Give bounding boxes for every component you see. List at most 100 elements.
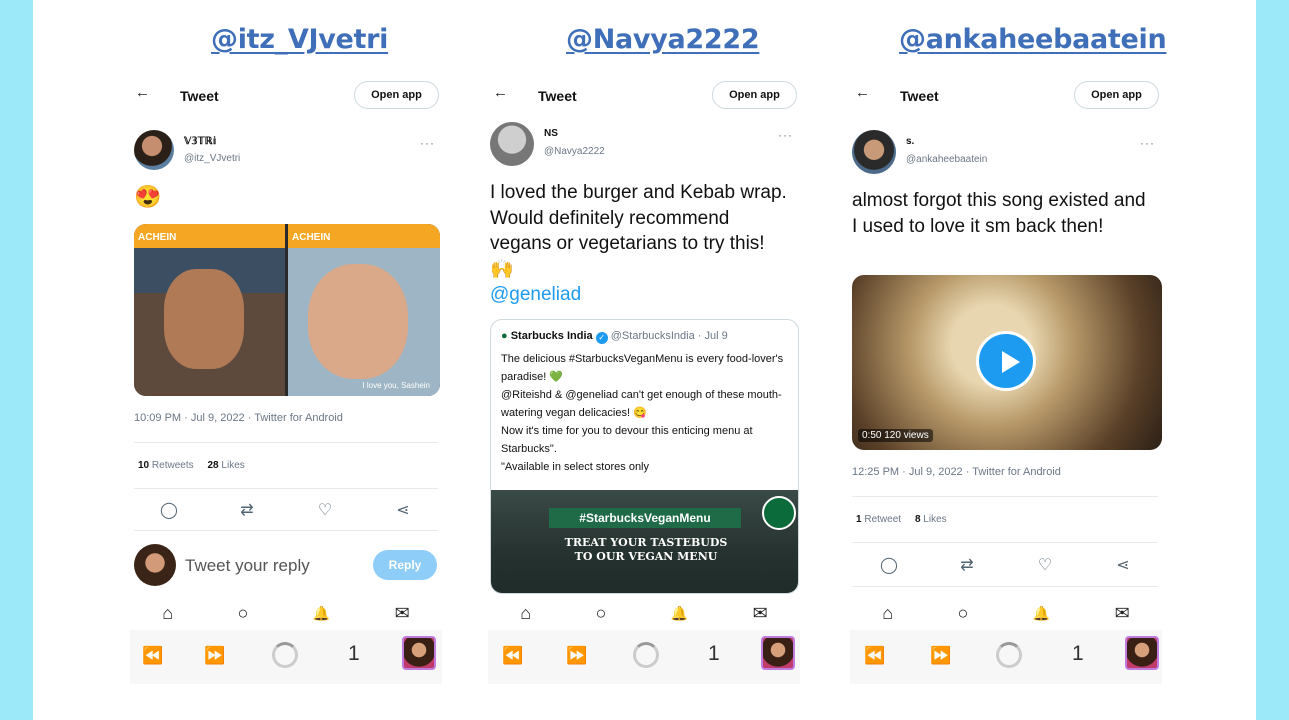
page-title: Tweet: [538, 88, 577, 104]
author-name[interactable]: NS: [544, 128, 558, 139]
retweet-icon[interactable]: ⇄: [952, 555, 982, 575]
author-username[interactable]: @itz_VJvetri: [184, 153, 240, 164]
retweet-icon[interactable]: ⇄: [232, 500, 262, 520]
quote-author-name[interactable]: Starbucks India: [511, 330, 593, 342]
video-player[interactable]: 0:50 120 views: [852, 275, 1162, 450]
tweet-timestamp: 12:25 PM · Jul 9, 2022 · Twitter for And…: [852, 466, 1061, 478]
avatar[interactable]: [490, 122, 534, 166]
mail-icon[interactable]: ✉: [395, 603, 410, 624]
bell-icon[interactable]: 🔔: [1033, 605, 1050, 622]
divider: [134, 488, 438, 489]
quote-header: ● Starbucks India ✓ @StarbucksIndia · Ju…: [501, 330, 728, 344]
promo-line-2: TO OUR VEGAN MENU: [574, 550, 718, 563]
open-app-button[interactable]: Open app: [712, 81, 797, 109]
tab-count[interactable]: 1: [1072, 642, 1084, 666]
home-icon[interactable]: ⌂: [520, 603, 531, 624]
share-icon[interactable]: ⋖: [388, 500, 418, 520]
tab-count[interactable]: 1: [708, 642, 720, 666]
quote-image[interactable]: #StarbucksVeganMenu TREAT YOUR TASTEBUDS…: [491, 490, 798, 593]
like-count: 8: [914, 514, 921, 525]
tweet-actions: ◯ ⇄ ♡ ⋖: [850, 555, 1162, 575]
more-icon[interactable]: ···: [778, 128, 793, 142]
search-icon[interactable]: ○: [238, 603, 249, 624]
quote-line: @Riteishd & @geneliad can't get enough o…: [501, 389, 782, 419]
share-icon[interactable]: ⋖: [1108, 555, 1138, 575]
avatar[interactable]: [134, 130, 174, 170]
promo-line-1: TREAT YOUR TASTEBUDS: [564, 536, 728, 549]
tab-count[interactable]: 1: [348, 642, 360, 666]
back-arrow-icon[interactable]: ←: [855, 84, 870, 101]
search-icon[interactable]: ○: [958, 603, 969, 624]
like-label[interactable]: Likes: [923, 514, 946, 525]
open-app-button[interactable]: Open app: [354, 81, 439, 109]
retweet-label[interactable]: Retweets: [152, 460, 194, 471]
reply-button[interactable]: Reply: [373, 550, 437, 580]
face-shape: [164, 269, 244, 369]
image-caption-right: ACHEIN: [292, 232, 331, 243]
like-icon[interactable]: ♡: [1030, 555, 1060, 575]
image-left-frame: ACHEIN: [134, 224, 285, 396]
handle-2[interactable]: @Navya2222: [566, 24, 760, 55]
author-name[interactable]: s.: [906, 136, 914, 147]
profile-tab-avatar[interactable]: [761, 636, 795, 670]
like-label[interactable]: Likes: [221, 460, 244, 471]
mail-icon[interactable]: ✉: [753, 603, 768, 624]
avatar: [134, 544, 176, 586]
play-icon[interactable]: [976, 331, 1036, 391]
verified-badge-icon: ✓: [595, 332, 608, 344]
phone-panel-3: ← Tweet Open app s. @ankaheebaatein ··· …: [850, 74, 1162, 684]
home-icon[interactable]: ⌂: [882, 603, 893, 624]
author-username[interactable]: @Navya2222: [544, 146, 605, 157]
bell-icon[interactable]: 🔔: [671, 605, 688, 622]
tweet-text: I loved the burger and Kebab wrap. Would…: [490, 180, 790, 308]
more-icon[interactable]: ···: [1140, 136, 1155, 150]
bell-icon[interactable]: 🔔: [313, 605, 330, 622]
avatar[interactable]: [852, 130, 896, 174]
more-icon[interactable]: ···: [420, 136, 435, 150]
tweet-stats: 10 Retweets 28 Likes: [138, 460, 245, 471]
tweet-image[interactable]: ACHEIN ACHEIN I love you, Sashein: [134, 224, 440, 396]
rewind-icon[interactable]: ⏪: [864, 646, 885, 666]
reply-input[interactable]: Tweet your reply: [185, 556, 310, 576]
tweet-timestamp: 10:09 PM · Jul 9, 2022 · Twitter for And…: [134, 412, 343, 424]
quote-username[interactable]: @StarbucksIndia: [611, 330, 695, 342]
video-time: 0:50: [862, 430, 882, 441]
loading-spinner-icon: [633, 642, 659, 668]
quote-date: · Jul 9: [697, 330, 728, 342]
profile-tab-avatar[interactable]: [1125, 636, 1159, 670]
rewind-icon[interactable]: ⏪: [142, 646, 163, 666]
rewind-icon[interactable]: ⏪: [502, 646, 523, 666]
handle-3[interactable]: @ankaheebaatein: [899, 24, 1167, 55]
back-arrow-icon[interactable]: ←: [493, 84, 508, 101]
phone-panel-2: ← Tweet Open app NS @Navya2222 ··· I lov…: [488, 74, 800, 684]
bottom-nav: ⌂ ○ 🔔 ✉: [130, 597, 442, 629]
retweet-label[interactable]: Retweet: [864, 514, 901, 525]
forward-icon[interactable]: ⏩: [566, 646, 587, 666]
back-arrow-icon[interactable]: ←: [135, 84, 150, 101]
quote-line: "Available in select stores only: [501, 461, 650, 473]
author-username[interactable]: @ankaheebaatein: [906, 154, 987, 165]
handle-1[interactable]: @itz_VJvetri: [211, 24, 388, 55]
starbucks-logo-icon: [762, 496, 796, 530]
profile-tab-avatar[interactable]: [402, 636, 436, 670]
like-icon[interactable]: ♡: [310, 500, 340, 520]
search-icon[interactable]: ○: [596, 603, 607, 624]
quote-line: Now it's time for you to devour this ent…: [501, 425, 753, 455]
mention-link[interactable]: @geneliad: [490, 282, 790, 308]
mail-icon[interactable]: ✉: [1115, 603, 1130, 624]
home-icon[interactable]: ⌂: [162, 603, 173, 624]
left-border: [0, 0, 33, 720]
image-caption-left: ACHEIN: [138, 232, 177, 243]
reply-icon[interactable]: ◯: [154, 500, 184, 520]
forward-icon[interactable]: ⏩: [930, 646, 951, 666]
image-right-frame: ACHEIN I love you, Sashein: [288, 224, 440, 396]
quote-line: The delicious #StarbucksVeganMenu is eve…: [501, 353, 784, 383]
open-app-button[interactable]: Open app: [1074, 81, 1159, 109]
promo-text: TREAT YOUR TASTEBUDS TO OUR VEGAN MENU: [551, 536, 741, 564]
quoted-tweet[interactable]: ● Starbucks India ✓ @StarbucksIndia · Ju…: [490, 319, 799, 594]
reply-icon[interactable]: ◯: [874, 555, 904, 575]
forward-icon[interactable]: ⏩: [204, 646, 225, 666]
author-name[interactable]: 𝕍𝟛𝕋ℝ𝕚: [184, 136, 216, 147]
video-timestamp: 0:50 120 views: [858, 429, 933, 442]
page-title: Tweet: [180, 88, 219, 104]
